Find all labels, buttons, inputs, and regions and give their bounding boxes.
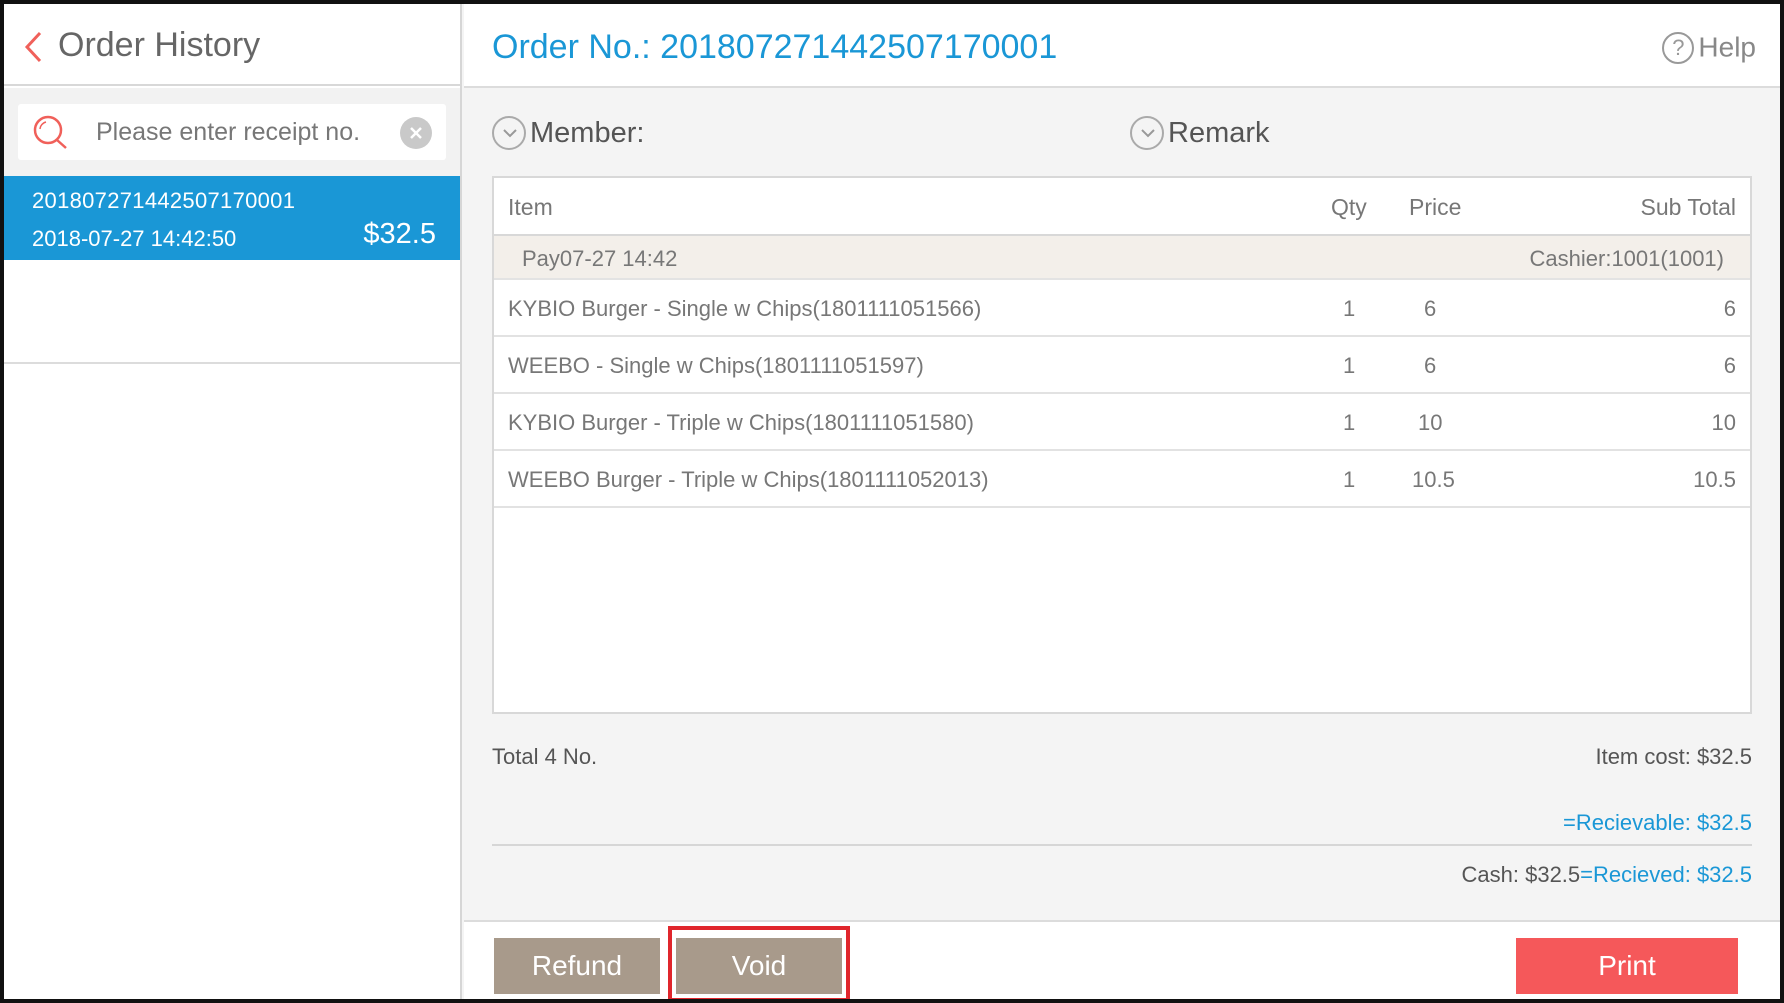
table-row[interactable]: KYBIO Burger - Triple w Chips(1801111051… bbox=[494, 394, 1750, 451]
order-list-item-datetime: 2018-07-27 14:42:50 bbox=[32, 226, 237, 251]
item-qty: 1 bbox=[1343, 467, 1356, 492]
app-window: Order History 201807271442507170 bbox=[0, 0, 1784, 1003]
cash-amount: Cash: $32.5 bbox=[1461, 862, 1581, 887]
print-button[interactable]: Print bbox=[1516, 938, 1738, 994]
cashier-info: Cashier:1001(1001) bbox=[1529, 246, 1724, 271]
item-qty: 1 bbox=[1343, 410, 1356, 435]
column-header-qty: Qty bbox=[1331, 194, 1367, 220]
order-detail-header: Order No.: 201807271442507170001 ? Help bbox=[464, 4, 1780, 88]
order-history-panel: Order History 201807271442507170 bbox=[4, 4, 462, 999]
refund-button[interactable]: Refund bbox=[494, 938, 660, 994]
table-row[interactable]: WEEBO - Single w Chips(1801111051597) 1 … bbox=[494, 337, 1750, 394]
clear-search-icon[interactable] bbox=[400, 117, 432, 149]
order-list-item[interactable]: 201807271442507170001 2018-07-27 14:42:5… bbox=[4, 176, 460, 260]
item-subtotal: 10.5 bbox=[1693, 467, 1736, 492]
item-qty: 1 bbox=[1343, 353, 1356, 378]
item-cost: Item cost: $32.5 bbox=[1595, 744, 1752, 769]
member-toggle[interactable]: Member: bbox=[492, 116, 644, 150]
payment-info-row: Pay07-27 14:42 Cashier:1001(1001) bbox=[494, 236, 1750, 280]
item-price: 6 bbox=[1424, 353, 1437, 378]
total-count: Total 4 No. bbox=[492, 744, 598, 769]
page-title: Order History bbox=[58, 26, 261, 64]
item-name: WEEBO Burger - Triple w Chips(1801111052… bbox=[508, 467, 989, 492]
item-qty: 1 bbox=[1343, 296, 1356, 321]
search-bar bbox=[4, 88, 460, 176]
receivable-amount: =Recievable: $32.5 bbox=[1563, 810, 1752, 835]
member-label: Member: bbox=[530, 116, 645, 149]
payment-summary: Cash: $32.5=Recieved: $32.5 bbox=[1462, 862, 1752, 888]
received-amount: =Recieved: $32.5 bbox=[1580, 862, 1752, 887]
item-name: KYBIO Burger - Triple w Chips(1801111051… bbox=[508, 410, 974, 435]
item-subtotal: 10 bbox=[1711, 410, 1736, 435]
item-name: WEEBO - Single w Chips(1801111051597) bbox=[508, 353, 924, 378]
order-items-table: Item Qty Price Sub Total Pay07-27 14:42 … bbox=[492, 176, 1752, 714]
table-row[interactable]: KYBIO Burger - Single w Chips(1801111051… bbox=[494, 280, 1750, 337]
table-row[interactable]: WEEBO Burger - Triple w Chips(1801111052… bbox=[494, 451, 1750, 508]
back-chevron-icon[interactable] bbox=[22, 30, 46, 64]
help-button[interactable]: ? Help bbox=[1662, 30, 1756, 64]
table-header: Item Qty Price Sub Total bbox=[494, 178, 1750, 236]
order-list-item-amount: $32.5 bbox=[363, 218, 436, 250]
summary-divider bbox=[492, 844, 1752, 846]
chevron-down-icon bbox=[492, 116, 526, 150]
order-history-header: Order History bbox=[4, 4, 460, 86]
question-mark-icon: ? bbox=[1662, 31, 1695, 64]
list-divider bbox=[4, 362, 460, 364]
search-box bbox=[18, 104, 446, 160]
order-list-item-number: 201807271442507170001 bbox=[32, 188, 296, 213]
payment-time: Pay07-27 14:42 bbox=[522, 246, 678, 271]
chevron-down-icon bbox=[1130, 116, 1164, 150]
column-header-price: Price bbox=[1409, 194, 1462, 220]
remark-label: Remark bbox=[1168, 116, 1270, 149]
search-icon bbox=[33, 115, 67, 149]
item-price: 6 bbox=[1424, 296, 1437, 321]
help-label: Help bbox=[1698, 31, 1756, 63]
item-name: KYBIO Burger - Single w Chips(1801111051… bbox=[508, 296, 982, 321]
item-price: 10 bbox=[1418, 410, 1443, 435]
item-subtotal: 6 bbox=[1723, 353, 1736, 378]
action-bar: Refund Void Print bbox=[464, 920, 1780, 999]
order-number-title: Order No.: 201807271442507170001 bbox=[492, 28, 1058, 66]
item-price: 10.5 bbox=[1412, 467, 1455, 492]
receipt-search-input[interactable] bbox=[96, 113, 386, 151]
column-header-subtotal: Sub Total bbox=[1640, 194, 1736, 220]
column-header-item: Item bbox=[508, 194, 553, 220]
void-button[interactable]: Void bbox=[676, 938, 842, 994]
remark-toggle[interactable]: Remark bbox=[1130, 116, 1270, 150]
order-detail-panel: Order No.: 201807271442507170001 ? Help M… bbox=[464, 4, 1780, 999]
item-subtotal: 6 bbox=[1723, 296, 1736, 321]
